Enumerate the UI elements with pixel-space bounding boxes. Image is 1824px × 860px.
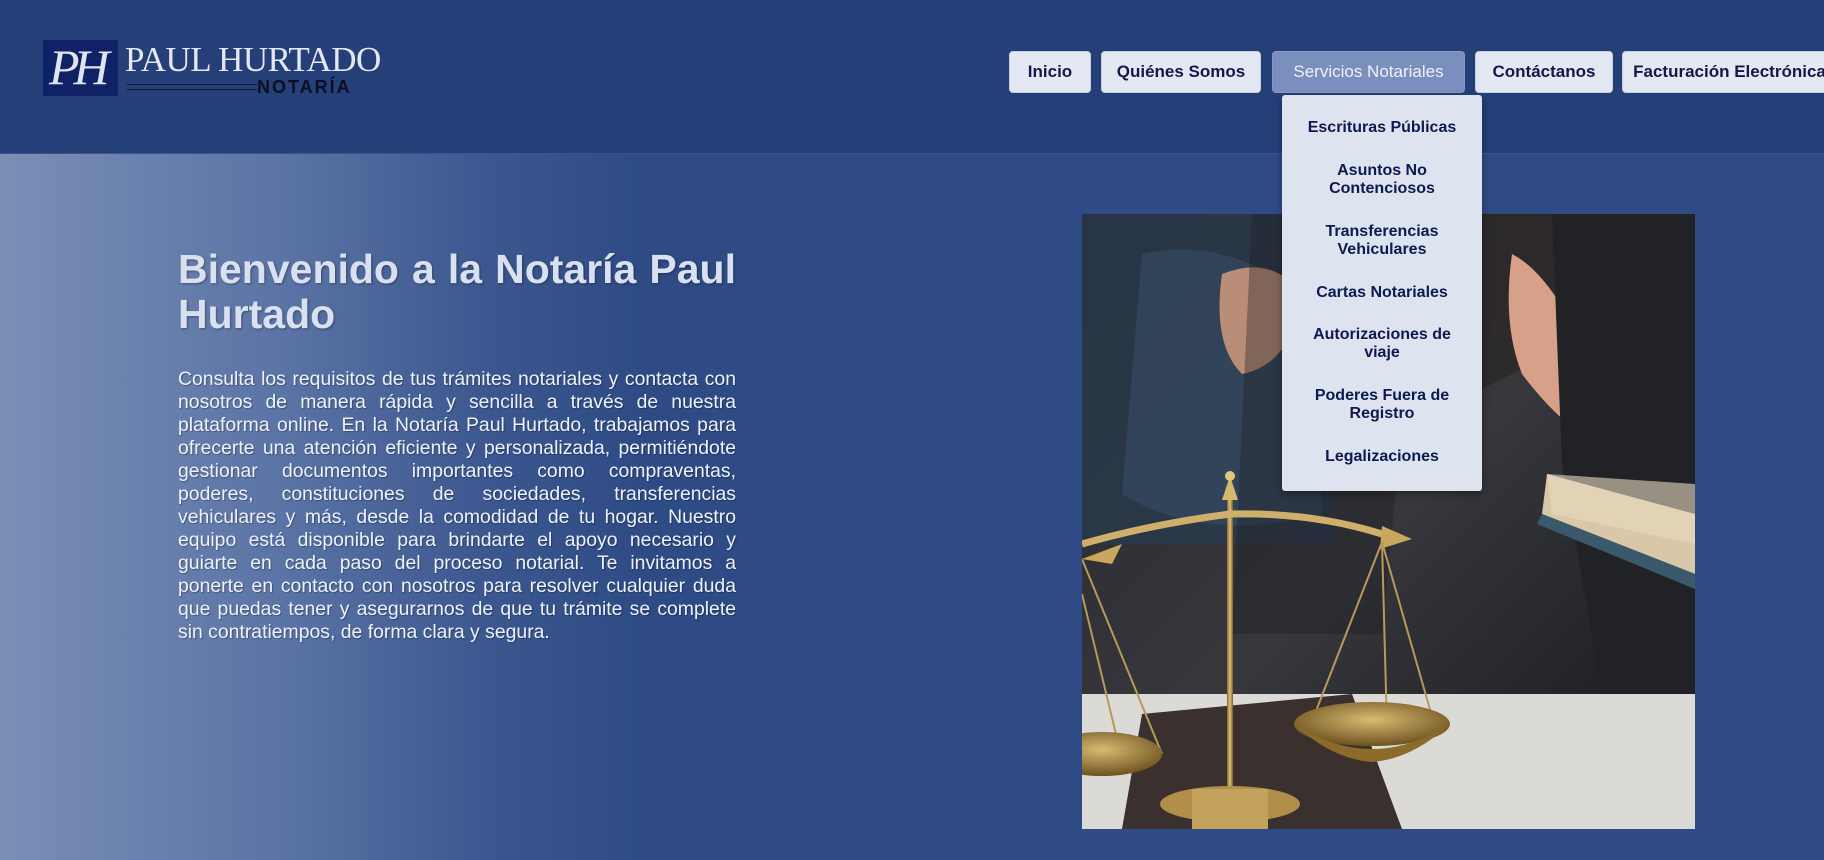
logo-divider-lines bbox=[127, 84, 257, 92]
hero-title: Bienvenido a la Notaría Paul Hurtado bbox=[178, 246, 736, 337]
brand-subtitle: NOTARÍA bbox=[257, 77, 352, 97]
dropdown-item-poderes-fuera-de-registro[interactable]: Poderes Fuera de Registro bbox=[1282, 387, 1482, 423]
nav-quienes-somos-button[interactable]: Quiénes Somos bbox=[1101, 51, 1261, 93]
hero-description: Consulta los requisitos de tus trámites … bbox=[178, 368, 736, 643]
nav-servicios-notariales-button[interactable]: Servicios Notariales bbox=[1272, 51, 1465, 93]
servicios-dropdown-menu: Escrituras Públicas Asuntos No Contencio… bbox=[1282, 95, 1482, 491]
dropdown-item-cartas-notariales[interactable]: Cartas Notariales bbox=[1282, 284, 1482, 302]
dropdown-item-escrituras-publicas[interactable]: Escrituras Públicas bbox=[1282, 119, 1482, 137]
monogram-text: PH bbox=[49, 39, 110, 95]
dropdown-item-autorizaciones-de-viaje[interactable]: Autorizaciones de viaje bbox=[1282, 326, 1482, 362]
dropdown-item-asuntos-no-contenciosos[interactable]: Asuntos No Contenciosos bbox=[1282, 162, 1482, 198]
dropdown-item-transferencias-vehiculares[interactable]: Transferencias Vehiculares bbox=[1282, 223, 1482, 259]
brand-name: PAUL HURTADO bbox=[125, 40, 381, 79]
nav-inicio-button[interactable]: Inicio bbox=[1009, 51, 1091, 93]
dropdown-item-legalizaciones[interactable]: Legalizaciones bbox=[1282, 448, 1482, 466]
nav-facturacion-electronica-button[interactable]: Facturación Electrónica bbox=[1622, 51, 1824, 93]
site-header: PH PAUL HURTADO NOTARÍA Inicio Quiénes S… bbox=[0, 0, 1824, 154]
nav-contactanos-button[interactable]: Contáctanos bbox=[1475, 51, 1613, 93]
monogram-badge: PH bbox=[43, 39, 118, 96]
brand-logo[interactable]: PH PAUL HURTADO NOTARÍA bbox=[43, 39, 381, 97]
